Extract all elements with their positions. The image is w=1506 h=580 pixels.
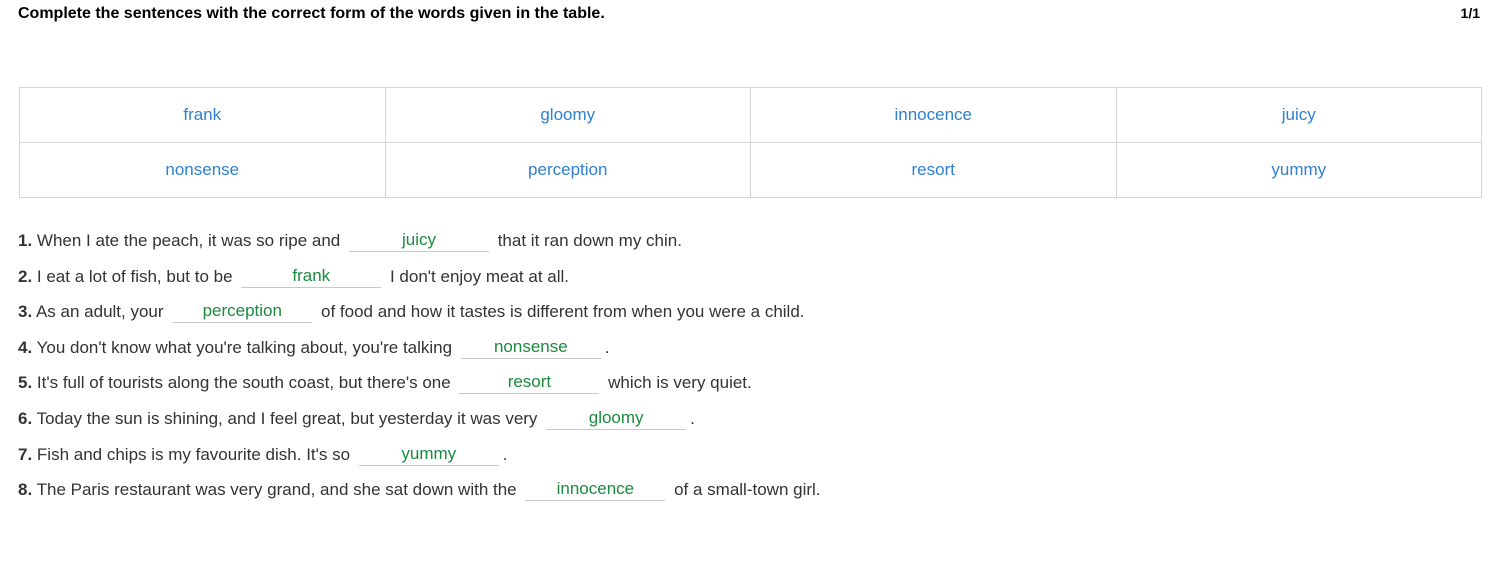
answer-text: yummy <box>401 443 457 463</box>
answer-text: resort <box>507 372 552 392</box>
sentence-number: 6. <box>18 408 33 428</box>
word-bank-cell: nonsense <box>19 142 386 198</box>
page-indicator: 1/1 <box>1460 5 1480 21</box>
sentence-number: 4. <box>18 337 33 357</box>
answer-blank[interactable]: yummy <box>358 443 499 466</box>
word-bank-table: frank gloomy innocence juicy nonsense pe… <box>19 87 1482 198</box>
word-bank-row: nonsense perception resort yummy <box>19 142 1482 198</box>
sentence-text-after: of a small-town girl. <box>669 480 821 500</box>
answer-text: perception <box>202 301 282 321</box>
word-bank-cell: gloomy <box>384 87 751 143</box>
answer-blank[interactable]: gloomy <box>546 407 687 430</box>
sentence-6: 6. Today the sun is shining, and I feel … <box>18 404 1478 440</box>
sentence-4: 4. You don't know what you're talking ab… <box>18 333 1478 369</box>
instructions-text: Complete the sentences with the correct … <box>18 5 605 22</box>
sentence-number: 2. <box>18 266 33 286</box>
sentence-number: 8. <box>18 480 33 500</box>
answer-text: juicy <box>401 230 436 249</box>
sentence-text-before: Today the sun is shining, and I feel gre… <box>32 408 543 428</box>
sentence-5: 5. It's full of tourists along the south… <box>18 368 1478 404</box>
sentence-text-before: You don't know what you're talking about… <box>32 337 457 357</box>
sentence-text-after: that it ran down my chin. <box>492 231 682 250</box>
sentence-2: 2. I eat a lot of fish, but to be frank … <box>18 262 1478 298</box>
sentence-text-before: It's full of tourists along the south co… <box>32 373 456 393</box>
sentence-number: 5. <box>18 373 33 393</box>
word-bank-cell: juicy <box>1115 87 1482 143</box>
sentence-text-before: When I ate the peach, it was so ripe and <box>32 231 345 250</box>
sentence-text-after: I don't enjoy meat at all. <box>385 266 570 286</box>
sentence-text-before: The Paris restaurant was very grand, and… <box>32 480 522 500</box>
sentence-text-after: which is very quiet. <box>603 373 752 393</box>
word-bank-cell: resort <box>750 142 1117 198</box>
sentence-7: 7. Fish and chips is my favourite dish. … <box>18 440 1478 476</box>
answer-blank[interactable]: resort <box>459 372 600 395</box>
answer-blank[interactable]: nonsense <box>460 336 601 359</box>
answer-text: innocence <box>556 479 635 499</box>
sentence-number: 3. <box>18 302 33 322</box>
word-bank-row: frank gloomy innocence juicy <box>19 87 1482 143</box>
answer-text: nonsense <box>493 336 568 356</box>
word-bank-cell: yummy <box>1115 142 1482 198</box>
sentence-text-after: . <box>502 444 508 464</box>
sentence-text-after: . <box>690 408 695 428</box>
answer-blank[interactable]: innocence <box>525 479 666 502</box>
sentence-text-after: . <box>604 337 610 357</box>
answer-blank[interactable]: frank <box>241 265 382 288</box>
word-bank-cell: frank <box>19 87 386 143</box>
exercise-header: Complete the sentences with the correct … <box>18 5 1480 25</box>
sentence-list: 1. When I ate the peach, it was so ripe … <box>18 226 1478 511</box>
answer-text: frank <box>292 265 331 285</box>
sentence-number: 1. <box>18 231 33 250</box>
answer-blank[interactable]: juicy <box>348 230 489 252</box>
sentence-text-after: of food and how it tastes is different f… <box>316 302 805 322</box>
sentence-number: 7. <box>18 444 33 464</box>
word-bank-cell: innocence <box>750 87 1117 143</box>
answer-text: gloomy <box>588 407 644 427</box>
word-bank-cell: perception <box>384 142 751 198</box>
sentence-3: 3. As an adult, your perception of food … <box>18 297 1478 333</box>
sentence-1: 1. When I ate the peach, it was so ripe … <box>18 226 1478 262</box>
answer-blank[interactable]: perception <box>172 301 313 324</box>
sentence-text-before: I eat a lot of fish, but to be <box>32 266 238 286</box>
sentence-text-before: As an adult, your <box>32 302 169 322</box>
sentence-8: 8. The Paris restaurant was very grand, … <box>18 475 1478 511</box>
sentence-text-before: Fish and chips is my favourite dish. It'… <box>32 444 355 464</box>
